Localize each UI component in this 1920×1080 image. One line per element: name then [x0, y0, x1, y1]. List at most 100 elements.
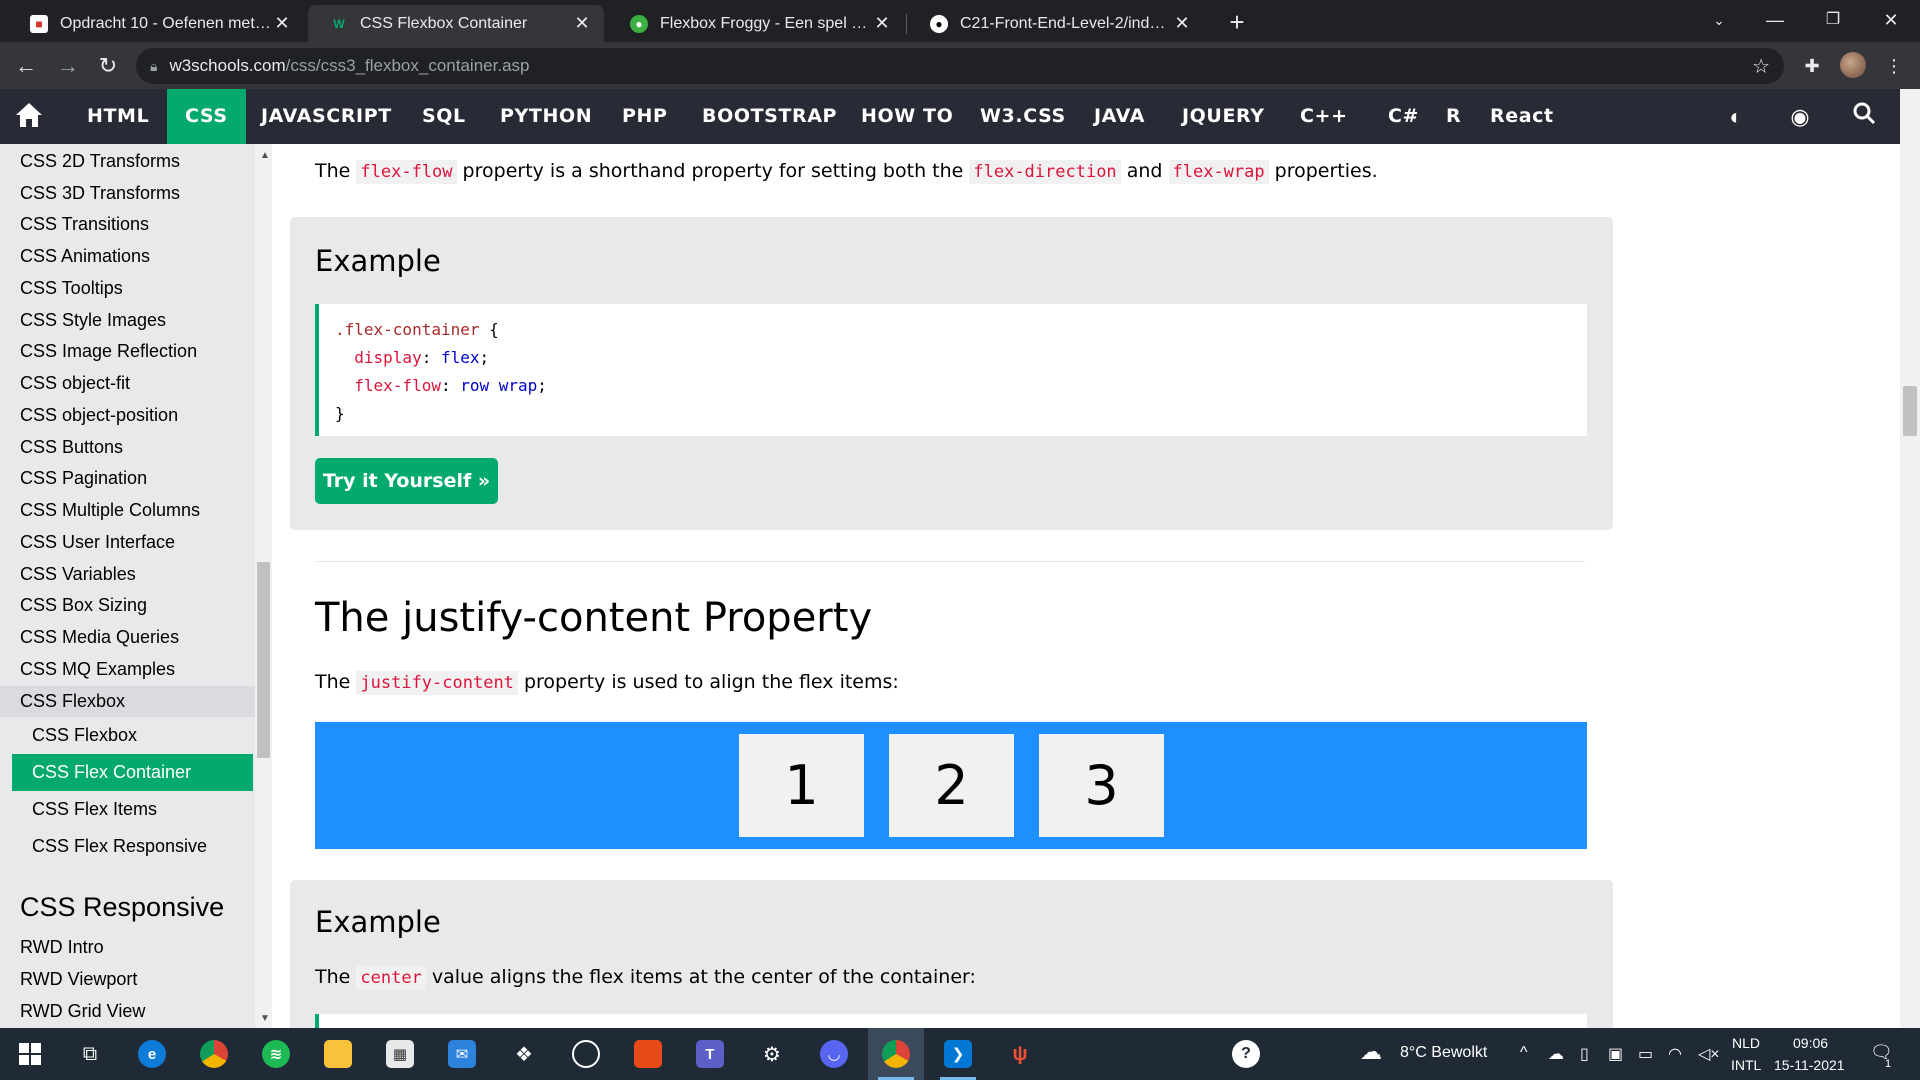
nav-bootstrap[interactable]: BOOTSTRAP [684, 89, 855, 144]
device-icon[interactable]: ▯ [1580, 1044, 1589, 1064]
weather-text[interactable]: 8°C Bewolkt [1400, 1044, 1487, 1062]
sidebar-subitem[interactable]: CSS Flexbox [12, 717, 253, 754]
clock-time[interactable]: 09:06 [1793, 1035, 1828, 1051]
sidebar-link[interactable]: CSS Media Queries [20, 627, 179, 648]
language-top[interactable]: NLD [1732, 1035, 1760, 1051]
dropbox-app[interactable]: ❖ [496, 1028, 552, 1080]
github-desktop-app[interactable] [558, 1028, 614, 1080]
sidebar-link[interactable]: RWD Intro [20, 937, 104, 958]
minimize-icon[interactable]: — [1746, 0, 1804, 42]
bookmark-star-icon[interactable]: ☆ [1752, 54, 1770, 79]
search-icon[interactable] [1848, 101, 1880, 133]
nav-html[interactable]: HTML [69, 89, 167, 144]
sidebar-link[interactable]: CSS User Interface [20, 532, 175, 553]
battery-icon[interactable]: ▭ [1638, 1044, 1653, 1064]
browser-tab-css-flexbox[interactable]: W CSS Flexbox Container ✕ [308, 5, 604, 42]
help-icon[interactable]: ? [1232, 1040, 1260, 1068]
git-app[interactable]: ψ [992, 1028, 1048, 1080]
task-view-button[interactable]: ⧉ [62, 1028, 118, 1080]
scroll-up-arrow-icon[interactable]: ▲ [260, 150, 270, 161]
nav-java[interactable]: JAVA [1076, 89, 1163, 144]
sidebar-subitem[interactable]: CSS Flex Responsive [12, 828, 253, 865]
discord-app[interactable]: ◡ [806, 1028, 862, 1080]
start-button[interactable] [2, 1028, 58, 1080]
clock-date[interactable]: 15-11-2021 [1774, 1057, 1845, 1073]
file-explorer-app[interactable] [310, 1028, 366, 1080]
nav-php[interactable]: PHP [604, 89, 686, 144]
nav-cpp[interactable]: C++ [1282, 89, 1366, 144]
sidebar-subitem-active[interactable]: CSS Flex Container [12, 754, 253, 791]
sidebar-link[interactable]: CSS Style Images [20, 310, 166, 331]
close-tab-icon[interactable]: ✕ [272, 13, 292, 34]
nav-w3css[interactable]: W3.CSS [962, 89, 1084, 144]
forward-icon[interactable]: → [52, 50, 84, 82]
sidebar-link[interactable]: CSS Multiple Columns [20, 500, 200, 521]
sidebar-link[interactable]: CSS Buttons [20, 437, 123, 458]
reload-icon[interactable]: ↻ [92, 50, 124, 82]
restore-icon[interactable]: ❐ [1804, 0, 1862, 42]
page-scrollbar-thumb[interactable] [1903, 386, 1917, 436]
nav-python[interactable]: PYTHON [482, 89, 610, 144]
sidebar-link[interactable]: CSS Tooltips [20, 278, 123, 299]
close-tab-icon[interactable]: ✕ [572, 13, 592, 34]
sidebar-link[interactable]: CSS Pagination [20, 468, 147, 489]
globe-icon[interactable]: ◉ [1784, 101, 1816, 133]
home-icon[interactable] [14, 101, 50, 131]
sidebar-link[interactable]: CSS Animations [20, 246, 150, 267]
onedrive-icon[interactable]: ☁ [1548, 1044, 1564, 1064]
menu-icon[interactable]: ⋮ [1880, 52, 1908, 80]
sidebar-link[interactable]: CSS Transitions [20, 214, 149, 235]
browser-tab-github[interactable]: ● C21-Front-End-Level-2/index.htm ✕ [908, 5, 1204, 42]
scroll-down-arrow-icon[interactable]: ▼ [260, 1013, 270, 1024]
try-it-yourself-button[interactable]: Try it Yourself » [315, 458, 498, 504]
contrast-icon[interactable]: ◐ [1720, 101, 1752, 133]
steam-app[interactable]: ⚙ [744, 1028, 800, 1080]
extensions-icon[interactable]: ✚ [1798, 52, 1826, 80]
address-bar[interactable]: 🔒︎ w3schools.com /css/css3_flexbox_conta… [136, 48, 1784, 84]
vscode-app[interactable]: ❯ [930, 1028, 986, 1080]
nav-javascript[interactable]: JAVASCRIPT [243, 89, 410, 144]
chevron-up-icon[interactable]: ^ [1520, 1044, 1528, 1062]
tab-search-icon[interactable]: ⌄ [1690, 0, 1748, 42]
close-tab-icon[interactable]: ✕ [872, 13, 892, 34]
nav-css[interactable]: CSS [167, 89, 246, 144]
edge-app[interactable]: e [124, 1028, 180, 1080]
sidebar-link[interactable]: RWD Viewport [20, 969, 137, 990]
mail-app[interactable]: ✉ [434, 1028, 490, 1080]
back-icon[interactable]: ← [10, 50, 42, 82]
meet-now-icon[interactable]: ▣ [1608, 1044, 1623, 1064]
sidebar-link[interactable]: CSS MQ Examples [20, 659, 175, 680]
language-bottom[interactable]: INTL [1731, 1057, 1761, 1073]
nav-sql[interactable]: SQL [404, 89, 484, 144]
sidebar-link[interactable]: CSS Box Sizing [20, 595, 147, 616]
sidebar-link[interactable]: CSS 2D Transforms [20, 151, 180, 172]
nav-howto[interactable]: HOW TO [843, 89, 971, 144]
new-tab-button[interactable]: + [1220, 5, 1254, 39]
sidebar-link[interactable]: CSS object-fit [20, 373, 130, 394]
close-window-icon[interactable]: ✕ [1862, 0, 1920, 42]
office-app[interactable] [620, 1028, 676, 1080]
sidebar-group-flexbox[interactable]: CSS Flexbox [0, 686, 255, 717]
sidebar-link[interactable]: CSS Image Reflection [20, 341, 197, 362]
volume-muted-icon[interactable]: ◁× [1698, 1044, 1720, 1064]
sidebar-scrollbar-thumb[interactable] [257, 562, 270, 758]
chrome-app[interactable] [186, 1028, 242, 1080]
sidebar-link[interactable]: CSS 3D Transforms [20, 183, 180, 204]
sidebar-subitem[interactable]: CSS Flex Items [12, 791, 253, 828]
close-tab-icon[interactable]: ✕ [1172, 13, 1192, 34]
profile-avatar[interactable] [1840, 52, 1866, 78]
sidebar-link[interactable]: RWD Grid View [20, 1001, 145, 1022]
sidebar-link[interactable]: CSS object-position [20, 405, 178, 426]
wifi-icon[interactable]: ◠ [1668, 1044, 1682, 1064]
browser-tab-flexbox-froggy[interactable]: ● Flexbox Froggy - Een spel om CSS ✕ [608, 5, 904, 42]
browser-tab-opdracht[interactable]: ■ Opdracht 10 - Oefenen met flex ✕ [8, 5, 304, 42]
nav-react[interactable]: React [1472, 89, 1572, 144]
nav-jquery[interactable]: JQUERY [1164, 89, 1283, 144]
sidebar-link[interactable]: CSS Variables [20, 564, 136, 585]
teams-app[interactable]: T [682, 1028, 738, 1080]
spotify-app[interactable]: ≋ [248, 1028, 304, 1080]
store-app[interactable]: ▦ [372, 1028, 428, 1080]
page-scrollbar[interactable] [1900, 89, 1920, 1028]
chrome-active-app[interactable] [868, 1028, 924, 1080]
git-icon: ψ [1012, 1042, 1028, 1065]
